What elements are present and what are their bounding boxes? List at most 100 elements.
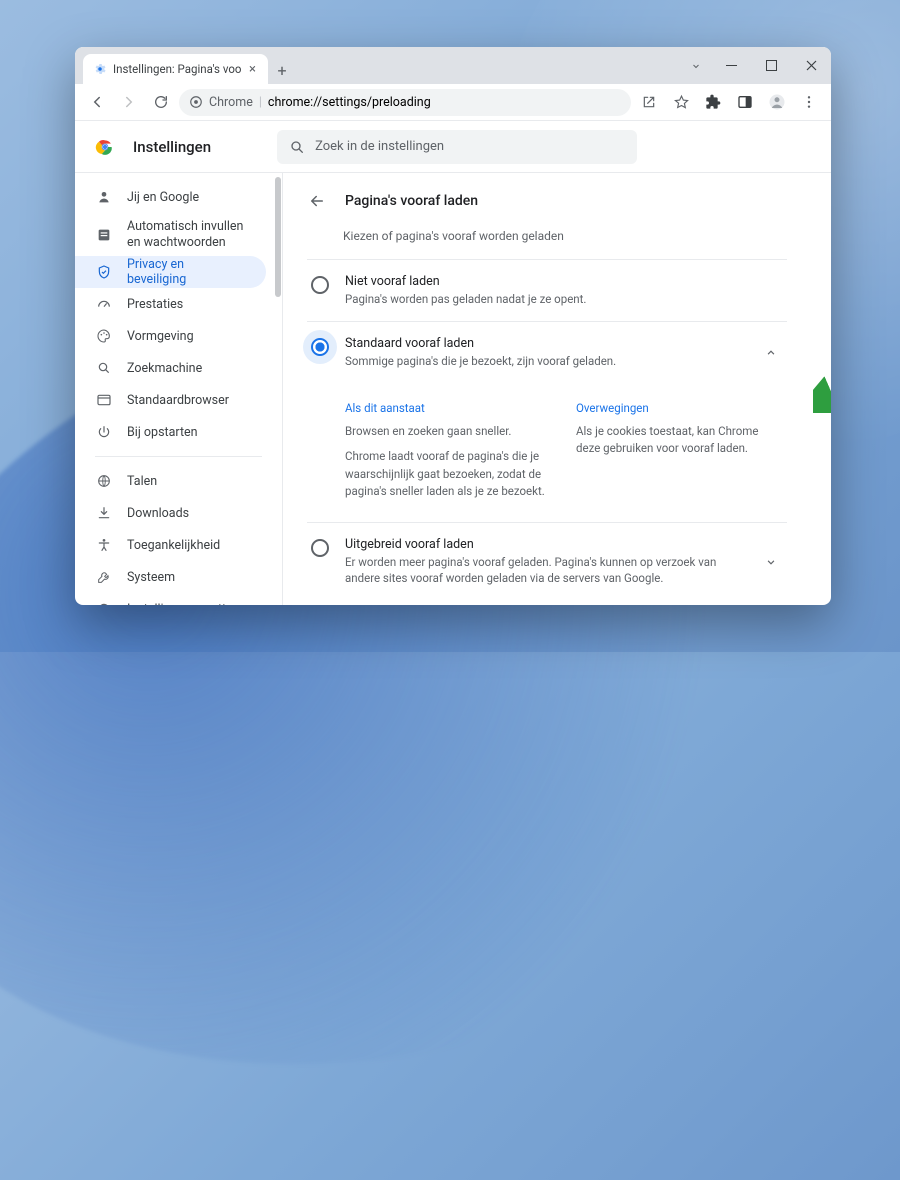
address-bar: Chrome | chrome://settings/preloading: [75, 84, 831, 121]
speedometer-icon: [95, 296, 113, 312]
sidebar-label: Bij opstarten: [127, 425, 198, 440]
tab-dropdown-icon[interactable]: [681, 51, 711, 81]
detail-text: Chrome laadt vooraf de pagina's die je w…: [345, 448, 552, 500]
toolbar-icons: [635, 88, 823, 116]
wrench-icon: [95, 569, 113, 585]
chrome-window: Instellingen: Pagina's vooraf lad… × + C…: [75, 47, 831, 605]
sidebar-item-appearance[interactable]: Vormgeving: [75, 320, 266, 352]
settings-search-input[interactable]: Zoek in de instellingen: [277, 130, 637, 164]
search-icon: [95, 360, 113, 376]
page-header: Pagina's vooraf laden: [307, 191, 787, 211]
globe-icon: [95, 473, 113, 489]
share-icon[interactable]: [635, 88, 663, 116]
minimize-button[interactable]: [711, 51, 751, 81]
reload-button[interactable]: [147, 88, 175, 116]
bookmark-star-icon[interactable]: [667, 88, 695, 116]
palette-icon: [95, 328, 113, 344]
preload-option-extended[interactable]: Uitgebreid vooraf laden Er worden meer p…: [307, 522, 787, 600]
sidebar-item-performance[interactable]: Prestaties: [75, 288, 266, 320]
sidebar-item-downloads[interactable]: Downloads: [75, 497, 266, 529]
collapse-icon[interactable]: [759, 341, 783, 365]
extensions-puzzle-icon[interactable]: [699, 88, 727, 116]
gear-icon: [93, 62, 107, 76]
sidebar-item-accessibility[interactable]: Toegankelijkheid: [75, 529, 266, 561]
page-subtitle: Kiezen of pagina's vooraf worden geladen: [343, 229, 787, 243]
power-icon: [95, 424, 113, 440]
search-icon: [289, 139, 305, 155]
search-placeholder: Zoek in de instellingen: [315, 139, 444, 154]
radio-button[interactable]: [311, 276, 329, 294]
back-arrow-button[interactable]: [307, 191, 327, 211]
option-details: Als dit aanstaat Browsen en zoeken gaan …: [345, 401, 783, 508]
radio-button[interactable]: [311, 338, 329, 356]
sidebar-item-privacy[interactable]: Privacy en beveiliging: [75, 256, 266, 288]
close-window-button[interactable]: [791, 51, 831, 81]
chrome-scheme-icon: [189, 95, 203, 109]
browser-icon: [95, 392, 113, 408]
chrome-logo-icon: [95, 137, 115, 157]
back-button[interactable]: [83, 88, 111, 116]
tab-title: Instellingen: Pagina's vooraf lad…: [113, 62, 241, 76]
sidebar-item-on-startup[interactable]: Bij opstarten: [75, 416, 266, 448]
reset-icon: [95, 601, 113, 605]
preload-option-standard[interactable]: Standaard vooraf laden Sommige pagina's …: [307, 321, 787, 522]
sidebar-item-default-browser[interactable]: Standaardbrowser: [75, 384, 266, 416]
sidebar-item-autofill[interactable]: Automatisch invullen en wachtwoorden: [75, 213, 266, 256]
sidebar-label: Jij en Google: [127, 190, 199, 205]
sidebar-label: Privacy en beveiliging: [127, 257, 246, 287]
sidebar-label: Downloads: [127, 506, 189, 521]
option-title: Niet vooraf laden: [345, 274, 783, 289]
side-panel-icon[interactable]: [731, 88, 759, 116]
sidebar-label: Vormgeving: [127, 329, 194, 344]
annotation-arrow-icon: [813, 353, 831, 413]
detail-text: Browsen en zoeken gaan sneller.: [345, 423, 552, 440]
sidebar-label: Systeem: [127, 570, 175, 585]
option-title: Uitgebreid vooraf laden: [345, 537, 743, 552]
sidebar-item-search-engine[interactable]: Zoekmachine: [75, 352, 266, 384]
shield-icon: [95, 264, 113, 280]
browser-tab[interactable]: Instellingen: Pagina's vooraf lad… ×: [83, 54, 268, 84]
page-title: Pagina's vooraf laden: [345, 193, 478, 209]
accessibility-icon: [95, 537, 113, 553]
person-icon: [95, 189, 113, 205]
sidebar-label: Talen: [127, 474, 157, 489]
sidebar-separator: [95, 456, 262, 457]
menu-dots-icon[interactable]: [795, 88, 823, 116]
settings-sidebar: Jij en Google Automatisch invullen en wa…: [75, 173, 283, 605]
address-host: Chrome: [209, 95, 253, 110]
maximize-button[interactable]: [751, 51, 791, 81]
sidebar-item-reset[interactable]: Instellingen resetten: [75, 593, 266, 605]
detail-text: Als je cookies toestaat, kan Chrome deze…: [576, 423, 783, 458]
sidebar-label: Prestaties: [127, 297, 183, 312]
sidebar-label: Instellingen resetten: [127, 602, 240, 605]
new-tab-button[interactable]: +: [268, 56, 296, 84]
address-path: chrome://settings/preloading: [268, 95, 431, 110]
profile-avatar-icon[interactable]: [763, 88, 791, 116]
close-tab-icon[interactable]: ×: [247, 62, 258, 77]
window-controls: [681, 47, 831, 84]
sidebar-item-system[interactable]: Systeem: [75, 561, 266, 593]
preload-option-none[interactable]: Niet vooraf laden Pagina's worden pas ge…: [307, 259, 787, 321]
option-desc: Pagina's worden pas geladen nadat je ze …: [345, 291, 783, 307]
sidebar-label: Toegankelijkheid: [127, 538, 220, 553]
forward-button[interactable]: [115, 88, 143, 116]
settings-header: Instellingen Zoek in de instellingen: [75, 121, 831, 173]
sidebar-label: Automatisch invullen en wachtwoorden: [127, 219, 246, 250]
titlebar: Instellingen: Pagina's vooraf lad… × +: [75, 47, 831, 84]
option-desc: Er worden meer pagina's vooraf geladen. …: [345, 554, 743, 586]
download-icon: [95, 505, 113, 521]
settings-body: Jij en Google Automatisch invullen en wa…: [75, 173, 831, 605]
sidebar-item-you-and-google[interactable]: Jij en Google: [75, 181, 266, 213]
detail-heading: Overwegingen: [576, 401, 783, 415]
address-field[interactable]: Chrome | chrome://settings/preloading: [179, 89, 631, 116]
expand-icon[interactable]: [759, 550, 783, 574]
option-desc: Sommige pagina's die je bezoekt, zijn vo…: [345, 353, 743, 369]
option-title: Standaard vooraf laden: [345, 336, 743, 351]
sidebar-item-languages[interactable]: Talen: [75, 465, 266, 497]
settings-main: Pagina's vooraf laden Kiezen of pagina's…: [283, 173, 831, 605]
autofill-icon: [95, 227, 113, 243]
sidebar-label: Standaardbrowser: [127, 393, 229, 408]
sidebar-scrollbar[interactable]: [275, 177, 281, 297]
detail-heading: Als dit aanstaat: [345, 401, 552, 415]
radio-button[interactable]: [311, 539, 329, 557]
